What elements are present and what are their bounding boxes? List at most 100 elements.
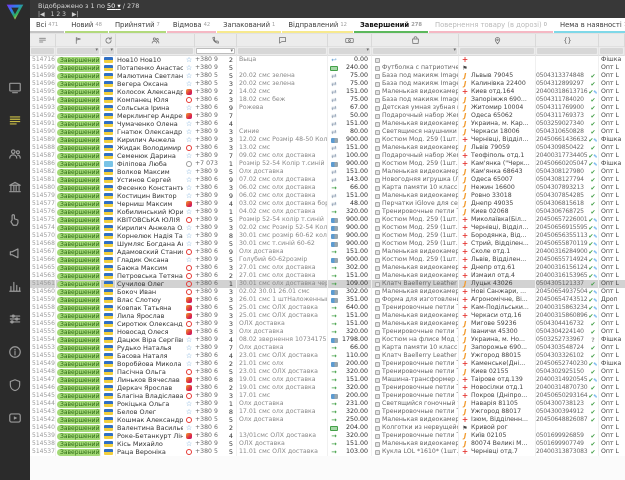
product-name[interactable]: Маленькая видеокамера SQ8 *... [382, 264, 459, 272]
status-tab[interactable]: Завершений278 [354, 18, 428, 33]
last-page-button[interactable]: ▶| [72, 11, 79, 18]
customer-name[interactable]: Гладик Оксана [116, 256, 183, 264]
customer-name[interactable]: Кісь Михайло [116, 440, 183, 448]
customer-name[interactable]: Гнатюк Олександр [116, 128, 183, 136]
tracking-number[interactable]: 20450656915595 [536, 224, 588, 232]
tracking-number[interactable]: 0504311784020 [536, 96, 588, 104]
tracking-number[interactable]: 20400316156124 [536, 264, 588, 272]
product-name[interactable]: Тренировочные петли TRX Train... [382, 304, 459, 312]
table-row[interactable]: 514576 Завершений Кобилинський Юрий +380… [30, 208, 625, 216]
payment-column-icon[interactable] [328, 34, 372, 47]
product-name[interactable]: Костюм Мод. 259 (1шт. х 900.00... [382, 136, 459, 144]
product-name[interactable]: Колготки из нервущейся ткани ... [382, 424, 459, 432]
customer-name[interactable]: Філіпова Люба [116, 160, 183, 168]
product-name[interactable]: Машина-трансформер ламборд... [382, 376, 459, 384]
customer-phone[interactable]: +380 9 [195, 224, 225, 232]
tracking-number[interactable]: 0504306815618 [536, 200, 588, 208]
status-tab[interactable]: Прийнятий7 [109, 18, 166, 33]
customer-phone[interactable]: +380 6 [195, 360, 225, 368]
customer-name[interactable]: Линьков Вячеслав [116, 376, 183, 384]
tracking-number[interactable]: 20400317734405 [536, 152, 588, 160]
table-row[interactable]: 514582 Завершений Волков Максим +380 9 5… [30, 168, 625, 176]
customer-name[interactable]: Устинов Сергей [116, 176, 183, 184]
table-row[interactable]: 514570 Завершений Корнелюк Надія Та... +… [30, 232, 625, 240]
customer-name[interactable]: Бокоч Иван [116, 288, 183, 296]
product-name[interactable]: Детская умная зубная щетка на... [382, 104, 459, 112]
customer-name[interactable]: Белов Олег [116, 408, 183, 416]
customer-name[interactable]: Рокіцька Ольга [116, 400, 183, 408]
product-name[interactable]: Маленькая видеокамера SQ8 *... [382, 288, 459, 296]
product-name[interactable]: Форма для изготовления садов... [382, 296, 459, 304]
customer-phone[interactable]: +380 9 [195, 128, 225, 136]
customer-phone[interactable]: +380 6 [195, 96, 225, 104]
product-name[interactable]: Тренировочные петли TRX Train... [382, 392, 459, 400]
tracking-number[interactable]: 20400315863234 [536, 304, 588, 312]
product-name[interactable]: Маленькая видеокамера SQ8 *... [382, 312, 459, 320]
tracking-number[interactable]: 20400316153965 [536, 272, 588, 280]
customer-phone[interactable]: +380 9 [195, 152, 225, 160]
customer-name[interactable]: Роке-Бетанкурт Лін... [116, 432, 183, 440]
customer-phone[interactable]: +380 9 [195, 216, 225, 224]
product-name[interactable]: База под макияж Images 24 Car... [382, 96, 459, 104]
tracking-number[interactable]: 0504310650828 [536, 128, 588, 136]
customer-phone[interactable]: +380 9 [195, 288, 225, 296]
customer-name[interactable]: Сучилов Олег [116, 280, 183, 288]
sales-hand-icon[interactable] [8, 212, 22, 226]
customer-phone[interactable]: +380 5 [195, 80, 225, 88]
table-row[interactable]: 514595 Завершений Колосок Александр +380… [30, 88, 625, 96]
tracking-number[interactable]: 20450652740230 [536, 360, 588, 368]
customer-phone[interactable]: +380 5 [195, 448, 225, 456]
customer-phone[interactable]: +380 9 [195, 200, 225, 208]
tracking-number[interactable]: 0504312899297 [536, 80, 588, 88]
customer-phone[interactable]: +380 6 [195, 104, 225, 112]
table-row[interactable]: 514558 Завершений Ковпак Татьяна +380 6 … [30, 304, 625, 312]
customer-name[interactable]: Валентина Василье... [116, 424, 183, 432]
table-row[interactable]: 514566 Завершений Гладик Оксана +380 9 5… [30, 256, 625, 264]
tracking-number[interactable]: 20450661436632 [536, 136, 588, 144]
customer-phone[interactable]: +380 9 [195, 208, 225, 216]
customer-phone[interactable]: +380 9 [195, 320, 225, 328]
filter-input[interactable] [600, 48, 623, 54]
filter-input[interactable] [537, 48, 597, 54]
table-row[interactable]: 514563 Завершений Петровська Тетяна +380… [30, 272, 625, 280]
product-name[interactable]: Клатч Baellerry Leather *1487* (1... [382, 280, 459, 288]
table-row[interactable]: 514581 Завершений Устинов Сергей +380 6 … [30, 176, 625, 184]
tracking-number[interactable]: 0504311769900 [536, 104, 588, 112]
tracking-number[interactable]: 20400318613716 [536, 88, 588, 96]
customer-name[interactable]: Рудько Наталья [116, 344, 183, 352]
customer-name[interactable]: Пасічна Ольга [116, 368, 183, 376]
status-tab[interactable]: Нема в наявності1 [554, 18, 625, 33]
table-row[interactable]: 514537 Завершений Раца Вероніка +380 5 5… [30, 448, 625, 456]
table-row[interactable]: 514591 Завершений Чумаченко Олена +380 6… [30, 120, 625, 128]
customer-phone[interactable]: +380 6 [195, 280, 225, 288]
customer-name[interactable]: Новосад Олеся [116, 328, 183, 336]
product-name[interactable]: Костюм Мод. 259 (1шт. х 900.00... [382, 240, 459, 248]
tracking-number[interactable]: 0503259027340 [536, 120, 588, 128]
customer-phone[interactable]: +380 6 [195, 376, 225, 384]
customer-name[interactable]: Раца Вероніка [116, 448, 183, 456]
product-name[interactable]: Маленькая видеокамера SQ8 *... [382, 88, 459, 96]
product-name[interactable]: Клатч Baellerry Leather *1487* (1... [382, 352, 459, 360]
tracking-number[interactable] [536, 56, 588, 64]
table-row[interactable]: 514586 Завершений Філіпова Люба +7 073 1… [30, 160, 625, 168]
security-shield-icon[interactable] [8, 377, 22, 391]
page-numbers[interactable]: 1 2 3 [51, 11, 66, 18]
tracking-number[interactable]: 0504313374848 [536, 72, 588, 80]
product-name[interactable]: Маленькая видеокамера SQ8 *... [382, 416, 459, 424]
customer-phone[interactable]: +380 9 [195, 136, 225, 144]
customer-name[interactable]: Корнелюк Надія Та... [116, 232, 183, 240]
table-row[interactable]: 514596 Завершений Вегера Оксана +380 5 3… [30, 80, 625, 88]
customer-phone[interactable]: +380 6 [195, 352, 225, 360]
status-tab[interactable]: Запакований1 [217, 18, 281, 33]
source-refresh-column-icon[interactable] [101, 34, 116, 47]
customer-name[interactable]: Колосок Александр [116, 88, 183, 96]
tracking-number[interactable]: 0504306768725 [536, 208, 588, 216]
product-name[interactable]: Подарочный набор Жемчужина... [382, 152, 459, 160]
table-row[interactable]: 514565 Завершений Баюка Максим +380 6 3 … [30, 264, 625, 272]
table-row[interactable]: 514588 Завершений Жидак Володимир +380 6… [30, 144, 625, 152]
table-row[interactable]: 514545 Завершений Благіна Владіслава +38… [30, 392, 625, 400]
product-name[interactable]: Карта памяти 10 класс - 8ГБ *12... [382, 344, 459, 352]
table-row[interactable]: 514546 Завершений Деркач Ярослав +380 6 … [30, 384, 625, 392]
table-row[interactable]: 514577 Завершений Черниш Максим +380 9 4… [30, 200, 625, 208]
tracking-number[interactable]: 20450655870119 [536, 240, 588, 248]
